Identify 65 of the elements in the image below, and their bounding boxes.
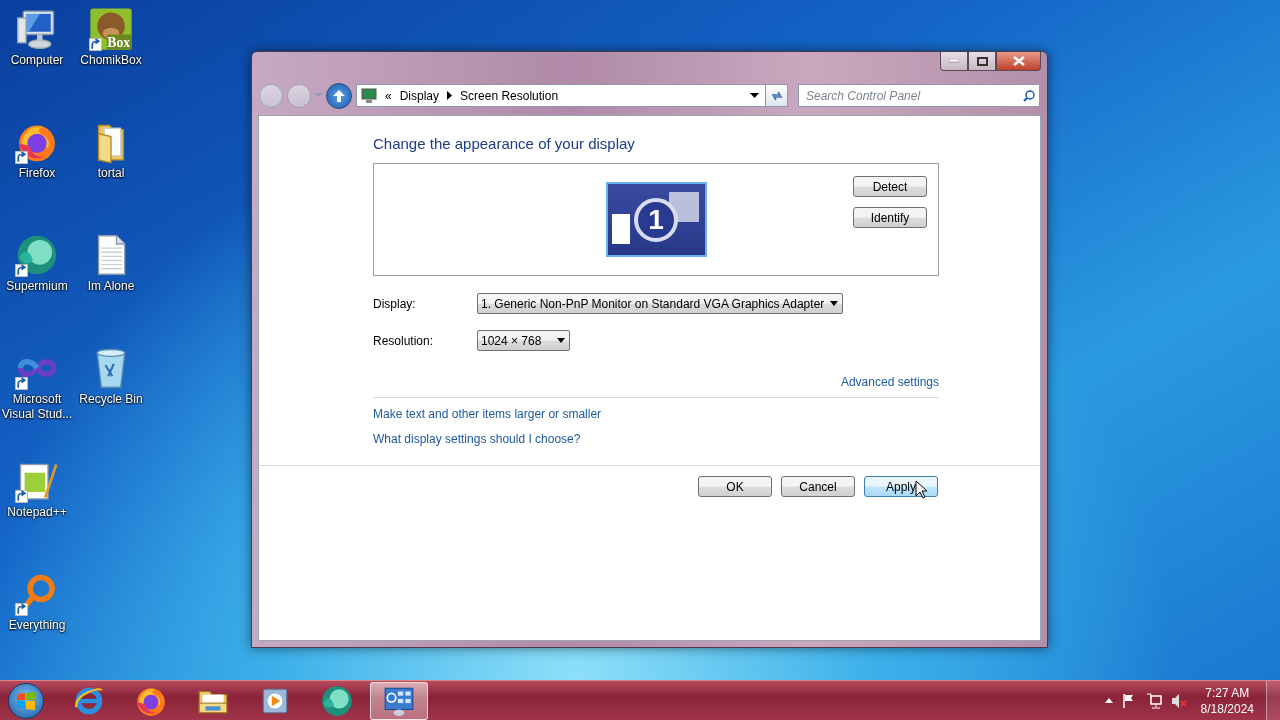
preview-button[interactable]: Detect: [853, 176, 927, 197]
icon-label: Everything: [7, 618, 67, 633]
maximize-button[interactable]: [968, 52, 996, 71]
windows-logo-icon: [16, 690, 36, 711]
search-box[interactable]: Search Control Panel: [798, 84, 1040, 107]
breadcrumb-item[interactable]: Display: [399, 88, 440, 103]
refresh-icon: [769, 89, 784, 102]
clock[interactable]: 7:27 AM 8/18/2024: [1200, 684, 1254, 717]
minimize-button[interactable]: [940, 52, 968, 71]
dropdown-arrow-icon: [557, 338, 565, 343]
window-thumbnail: [611, 214, 630, 244]
icon-label: ChomikBox: [79, 53, 143, 68]
page-heading: Change the appearance of your display: [373, 135, 636, 152]
shortcut-arrow-icon: [89, 38, 102, 51]
shortcut-arrow-icon: [15, 377, 28, 390]
shortcut-arrow-icon: [15, 151, 28, 164]
cursor-icon: [915, 480, 927, 499]
field-label: Resolution:: [373, 333, 435, 348]
dropdown-arrow-icon: [830, 301, 839, 306]
close-icon: [1012, 56, 1025, 66]
clock-date: 8/18/2024: [1200, 700, 1254, 717]
advanced-settings-link[interactable]: Advanced settings: [840, 375, 939, 389]
icon-label: Supermium: [5, 279, 69, 294]
icon-label: Notepad++: [6, 505, 68, 520]
network-icon[interactable]: [1145, 692, 1162, 709]
icon-label: Microsoft Visual Stud...: [0, 392, 74, 422]
icon-label: Firefox: [17, 166, 57, 181]
icon-label: Recycle Bin: [78, 392, 144, 407]
monitor-icon: [361, 87, 377, 104]
icon-label: Im Alone: [86, 279, 136, 294]
shortcut-arrow-icon: [15, 264, 28, 277]
taskbar-button[interactable]: [370, 681, 428, 720]
dialog-button[interactable]: OK: [698, 476, 772, 497]
help-link[interactable]: Make text and other items larger or smaller: [373, 407, 602, 421]
dropdown-arrow-icon[interactable]: [750, 93, 759, 98]
up-arrow-icon[interactable]: [1104, 698, 1113, 703]
show-desktop-button[interactable]: [1266, 680, 1280, 720]
app-icon: Box: [89, 7, 133, 51]
clock-time: 7:27 AM: [1205, 684, 1250, 701]
minimize-icon: [949, 59, 959, 63]
monitor-drawing[interactable]: 1: [605, 182, 707, 257]
refresh-button[interactable]: [765, 84, 788, 107]
monitor-number: 1: [634, 197, 678, 242]
icon-label: tortal: [96, 166, 126, 181]
close-button[interactable]: [996, 52, 1041, 71]
start-button[interactable]: [8, 682, 44, 719]
chevron-icon[interactable]: [447, 91, 453, 100]
field-label: Display:: [373, 296, 417, 311]
speaker-icon[interactable]: [1170, 692, 1187, 709]
dialog-button[interactable]: Cancel: [781, 476, 855, 497]
up-button[interactable]: [326, 82, 352, 109]
maximize-icon: [976, 56, 988, 66]
breadcrumb-item[interactable]: Screen Resolution: [460, 88, 559, 103]
dropdown[interactable]: 1024 × 768: [477, 330, 570, 351]
icon-label: Computer: [9, 53, 65, 68]
supermium-icon: [320, 683, 354, 718]
up-arrow-icon: [332, 88, 346, 103]
shortcut-arrow-icon: [15, 490, 28, 503]
preview-button[interactable]: Identify: [853, 207, 927, 228]
breadcrumb-overflow[interactable]: «: [385, 88, 392, 103]
shortcut-arrow-icon: [15, 603, 28, 616]
dialog-button[interactable]: Apply: [864, 476, 938, 497]
dropdown[interactable]: 1. Generic Non-PnP Monitor on Standard VGA Graphics Adapter: [477, 293, 844, 314]
help-link[interactable]: What display settings should I choose?: [373, 432, 581, 446]
search-icon[interactable]: [1023, 89, 1035, 102]
